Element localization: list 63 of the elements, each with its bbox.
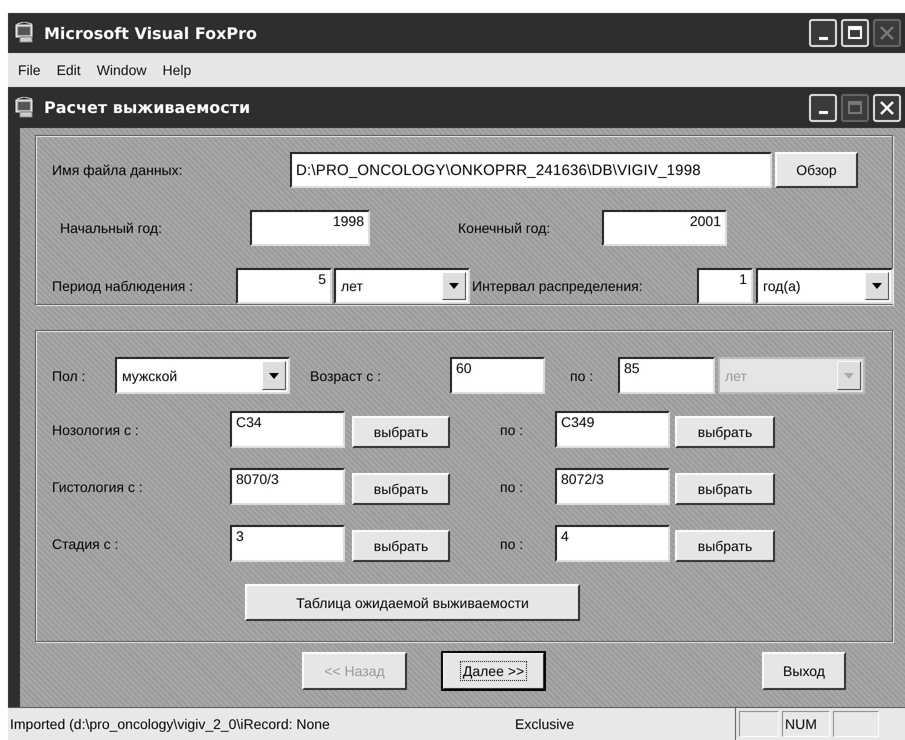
select-button[interactable]: выбрать [352,416,450,448]
input-field[interactable]: 5 [236,268,332,304]
input-field[interactable]: 1 [697,268,753,304]
maximize-icon [846,98,864,116]
status-pane [833,711,879,737]
label: по : [500,478,524,494]
status-message: Imported (d:\pro_oncology\vigiv_2_0\iRecord: None [9,716,331,732]
input-field[interactable]: 8070/3 [230,468,345,505]
minimize-button[interactable] [809,19,837,47]
input-field[interactable]: C34 [230,411,345,448]
nav-button[interactable]: Далее >> [442,652,545,690]
browse-button[interactable]: Обзор [775,152,858,188]
status-pane [739,711,779,737]
label: Возраст с : [310,368,382,384]
nav-button[interactable]: Выход [762,652,846,690]
minimize-icon [818,111,828,114]
dropdown[interactable]: лет [334,268,470,304]
caret-icon [844,372,854,378]
input-field[interactable]: D:\PRO_ONCOLOGY\ONKOPRR_241636\DB\VIGIV_1998 [290,152,772,188]
select-button[interactable]: выбрать [675,530,775,562]
maximize-icon [846,24,864,42]
minimize-button[interactable] [809,94,837,122]
input-field[interactable]: 60 [450,357,545,394]
select-button[interactable]: выбрать [352,530,450,562]
input-field[interactable]: 2001 [602,210,727,246]
num-lock-indicator: NUM [782,711,830,737]
expected-survival-table-button[interactable]: Таблица ожидаемой выживаемости [245,584,580,621]
menu-item[interactable]: File [12,60,47,80]
window-title: Microsoft Visual FoxPro [44,24,258,42]
caret-icon [269,372,279,378]
input-field[interactable]: 4 [555,525,670,562]
dropdown[interactable]: год(а) [756,268,893,304]
label: Нозология с : [52,422,139,438]
label: Гистология с : [52,478,143,494]
minimize-icon [818,36,828,40]
label: по : [500,422,524,438]
dropdown[interactable]: мужской [115,357,290,394]
close-icon [878,98,896,116]
select-button[interactable]: выбрать [352,473,450,505]
caret-icon [449,283,459,289]
status-mode: Exclusive [515,716,576,732]
label: Имя файла данных: [52,162,182,178]
close-icon [878,24,896,42]
input-field[interactable]: 8072/3 [555,468,670,505]
label: Интервал распределения: [472,278,643,294]
window-title: Расчет выживаемости [44,98,252,117]
menu-item[interactable]: Edit [50,60,87,80]
select-button[interactable]: выбрать [675,416,775,448]
label: Стадия с : [52,536,118,552]
label: Период наблюдения : [52,278,194,294]
label: по : [570,368,594,384]
label: Конечный год: [458,220,550,236]
label: по : [500,536,524,552]
menu-item[interactable]: Window [90,60,152,80]
input-field[interactable]: 85 [618,357,715,394]
select-button[interactable]: выбрать [675,473,775,505]
input-field[interactable]: 3 [230,525,345,562]
caret-icon [872,283,882,289]
label: Пол : [52,368,86,384]
menu-item[interactable]: Help [156,60,198,80]
label: Начальный год: [60,220,162,236]
input-field[interactable]: 1998 [250,210,370,246]
input-field[interactable]: C349 [555,411,670,448]
